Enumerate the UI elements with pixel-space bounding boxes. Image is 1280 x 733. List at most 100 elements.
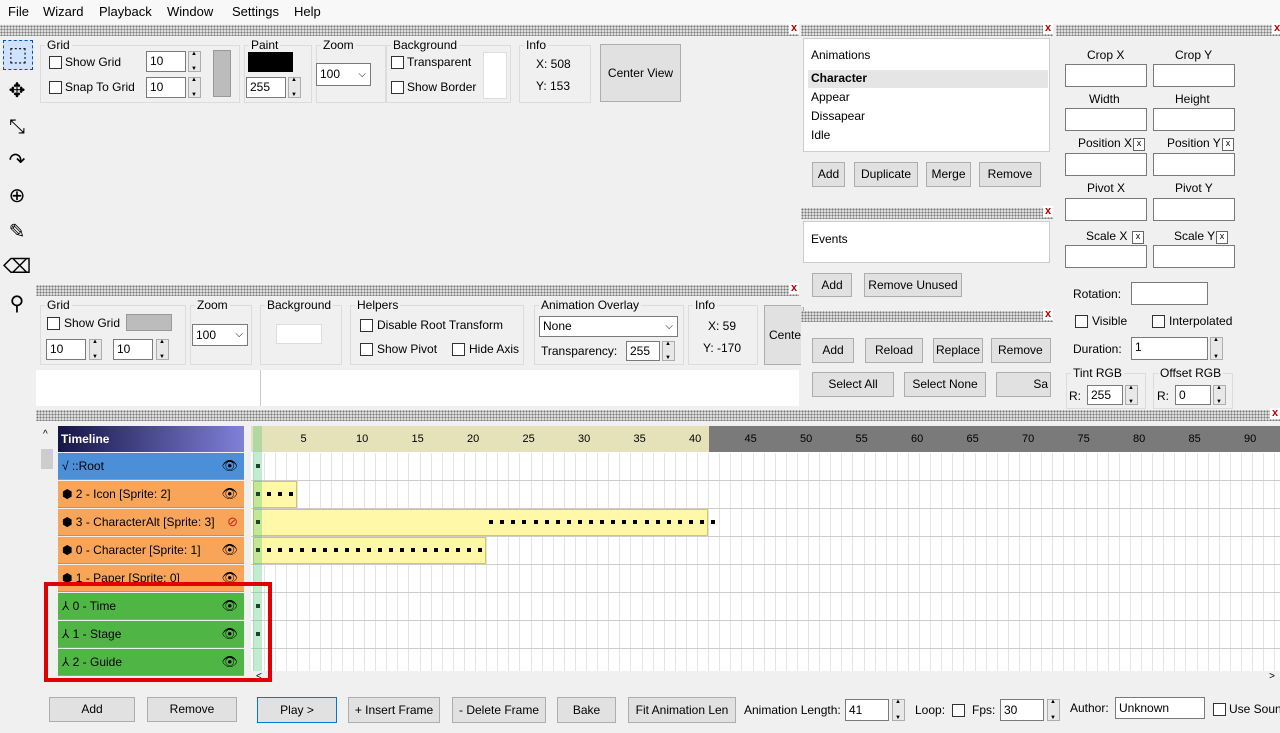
keyframe[interactable] <box>533 520 538 524</box>
grid2-color-swatch[interactable] <box>126 314 172 331</box>
keyframe[interactable] <box>411 548 416 552</box>
select-tool-icon[interactable]: ⬚ <box>3 40 33 70</box>
properties-grip[interactable]: x <box>1056 23 1280 36</box>
add-track-button[interactable]: Add <box>49 697 135 722</box>
remove-unused-button[interactable]: Remove Unused <box>864 273 962 297</box>
fit-animation-button[interactable]: Fit Animation Len <box>628 697 736 723</box>
list-item[interactable]: Appear <box>811 90 850 104</box>
remove-sprite-button[interactable]: Remove <box>991 338 1051 363</box>
hidden-icon[interactable]: ⊘ <box>227 509 238 535</box>
grid-x-input[interactable]: 10 <box>146 51 186 72</box>
rotation-input[interactable] <box>1131 282 1208 305</box>
scale-x-input[interactable] <box>1065 245 1147 268</box>
scale-x-lock-icon[interactable]: x <box>1132 231 1144 244</box>
events-grip[interactable]: x <box>801 206 1053 219</box>
top-panel-grip[interactable]: x <box>36 23 799 36</box>
keyframe[interactable] <box>478 548 482 552</box>
scale-y-lock-icon[interactable]: x <box>1216 231 1228 244</box>
pivot-tool-icon[interactable]: ⊕ <box>3 182 31 210</box>
keyframe[interactable] <box>688 520 693 524</box>
grid-y-input[interactable]: 10 <box>146 77 186 98</box>
keyframe[interactable] <box>577 520 582 524</box>
disable-root-checkbox[interactable] <box>360 319 373 332</box>
zoom-select[interactable]: 100 ⌵ <box>316 63 371 86</box>
close-icon[interactable]: x <box>1272 23 1280 34</box>
remove-track-button[interactable]: Remove <box>147 697 237 722</box>
close-icon[interactable]: x <box>1270 408 1280 419</box>
center-view-button[interactable]: Center View <box>600 44 681 102</box>
menu-help[interactable]: Help <box>294 4 321 19</box>
grid-y-spinner[interactable] <box>188 77 201 98</box>
timeline-track-row[interactable]: ⬢ 0 - Character [Sprite: 1] 👁 <box>58 537 244 564</box>
list-item[interactable]: Dissapear <box>811 109 865 123</box>
keyframe[interactable] <box>589 520 593 524</box>
remove-animation-button[interactable]: Remove <box>979 162 1041 187</box>
position-x-lock-icon[interactable]: x <box>1133 138 1145 151</box>
transparency-input[interactable]: 255 <box>626 341 660 361</box>
keyframe[interactable] <box>355 548 360 552</box>
position-x-input[interactable] <box>1065 153 1147 176</box>
keyframe[interactable] <box>622 520 627 524</box>
eye-icon[interactable]: 👁 <box>221 481 238 507</box>
crop-x-input[interactable] <box>1065 64 1147 87</box>
width-input[interactable] <box>1065 108 1147 131</box>
animations-grip[interactable]: x <box>801 23 1053 36</box>
keyframe[interactable] <box>344 548 349 552</box>
grid2-y-input[interactable]: 10 <box>113 339 153 360</box>
keyframe[interactable] <box>544 520 549 524</box>
keyframe[interactable] <box>655 520 660 524</box>
close-icon[interactable]: x <box>1043 23 1053 34</box>
delete-frame-button[interactable]: - Delete Frame <box>452 697 546 723</box>
pivot-x-input[interactable] <box>1065 198 1147 221</box>
keyframe[interactable] <box>289 492 294 496</box>
crop-y-input[interactable] <box>1153 64 1235 87</box>
list-item[interactable]: Character <box>811 71 867 85</box>
loop-checkbox[interactable] <box>952 704 965 717</box>
keyframe[interactable] <box>611 520 616 524</box>
bake-button[interactable]: Bake <box>557 697 616 723</box>
eye-icon[interactable]: 👁 <box>221 537 238 563</box>
keyframe[interactable] <box>278 548 283 552</box>
timeline-track-row[interactable]: √ ::Root 👁 <box>58 453 244 480</box>
grid2-y-spinner[interactable] <box>156 339 169 360</box>
use-sound-checkbox[interactable] <box>1213 703 1226 716</box>
offset-r-spinner[interactable] <box>1213 385 1226 405</box>
overlay-select[interactable]: None ⌵ <box>539 316 678 337</box>
show-grid-checkbox[interactable] <box>49 56 62 69</box>
merge-animation-button[interactable]: Merge <box>926 162 971 187</box>
keyframe[interactable] <box>522 520 527 524</box>
keyframe[interactable] <box>711 520 716 524</box>
bone-tool-icon[interactable]: ⚲ <box>3 290 31 318</box>
timeline-grip[interactable]: x <box>36 408 1280 421</box>
keyframe[interactable] <box>433 548 438 552</box>
show-pivot-checkbox[interactable] <box>360 343 373 356</box>
tint-r-spinner[interactable] <box>1125 385 1138 405</box>
hide-axis-checkbox[interactable] <box>452 343 465 356</box>
keyframe[interactable] <box>378 548 383 552</box>
add-animation-button[interactable]: Add <box>812 162 845 187</box>
play-button[interactable]: Play > <box>257 697 337 723</box>
keyframe[interactable] <box>278 492 283 496</box>
grid2-x-spinner[interactable] <box>89 339 102 360</box>
timeline-grid[interactable]: 5 10 15 20 25 30 35 40 45 50 55 60 65 70 75 80 85 90 <box>251 426 1280 671</box>
keyframe[interactable] <box>666 520 671 524</box>
scroll-right-icon[interactable]: > <box>1269 671 1275 682</box>
scale-tool-icon[interactable]: ⤡ <box>3 113 31 141</box>
insert-frame-button[interactable]: + Insert Frame <box>348 697 440 723</box>
add-sprite-button[interactable]: Add <box>812 338 854 363</box>
close-icon[interactable]: x <box>789 23 799 34</box>
frame-span[interactable] <box>253 509 709 536</box>
select-none-button[interactable]: Select None <box>904 372 986 397</box>
paint-color-swatch[interactable] <box>248 52 293 72</box>
replace-sprite-button[interactable]: Replace <box>933 338 983 363</box>
second-canvas[interactable] <box>36 370 799 406</box>
show-grid2-checkbox[interactable] <box>47 317 60 330</box>
scroll-thumb[interactable] <box>41 449 53 469</box>
close-icon[interactable]: x <box>1043 309 1053 320</box>
visible-checkbox[interactable] <box>1075 315 1088 328</box>
menu-settings[interactable]: Settings <box>232 4 279 19</box>
transparent-checkbox[interactable] <box>391 56 404 69</box>
keyframe[interactable] <box>677 520 682 524</box>
close-icon[interactable]: x <box>789 283 799 294</box>
timeline-hscrollbar[interactable]: < > <box>251 671 1280 685</box>
